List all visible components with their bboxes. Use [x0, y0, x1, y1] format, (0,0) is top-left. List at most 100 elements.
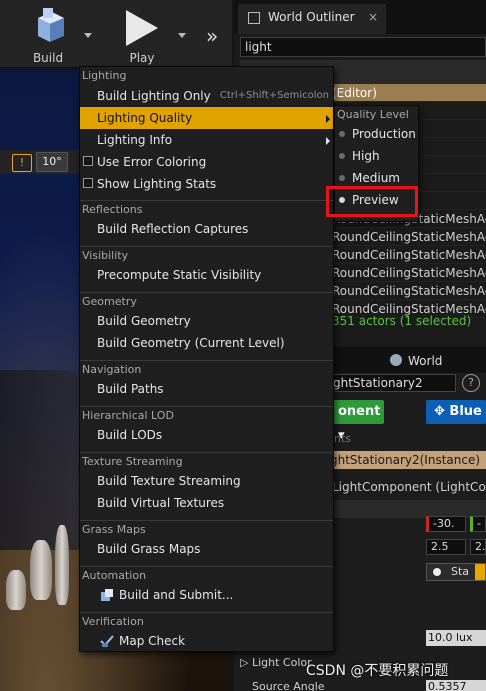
outliner-row[interactable]: RoundCeilingStaticMeshActo	[332, 246, 486, 264]
actor-count: 351 actors (1 selected)	[332, 314, 472, 328]
play-icon	[126, 10, 158, 46]
section-header-navigation: Navigation	[80, 360, 333, 378]
viewport-vase	[6, 570, 26, 610]
expand-arrow-icon[interactable]: ▷	[240, 656, 252, 669]
menu-item-label: Lighting Quality	[97, 111, 193, 125]
mobility-dot-icon	[433, 568, 441, 576]
add-component-button[interactable]: onent ▾	[332, 400, 384, 443]
outliner-tabbar: World Outliner ×	[234, 0, 486, 34]
menu-item-build-and-submit[interactable]: Build and Submit...	[80, 584, 333, 606]
main-toolbar: Build Play »	[0, 0, 232, 68]
intensity-field[interactable]: 10.0 lux	[426, 630, 486, 646]
actor-name-field[interactable]: ghtStationary2	[330, 374, 456, 392]
menu-item-build-texture-streaming[interactable]: Build Texture Streaming	[80, 470, 333, 492]
play-dropdown-arrow-icon[interactable]	[178, 33, 186, 38]
tab-world-outliner[interactable]: World Outliner ×	[238, 4, 386, 34]
menu-item-label: Build and Submit...	[119, 588, 234, 602]
build-cube-icon	[38, 8, 64, 42]
menu-item-label: Lighting Info	[97, 133, 173, 147]
submenu-arrow-icon	[326, 137, 330, 145]
radio-icon	[339, 153, 345, 159]
menu-item-build-reflection-captures[interactable]: Build Reflection Captures	[80, 218, 333, 240]
menu-item-label: Build Lighting Only	[97, 89, 211, 103]
menu-item-build-geometry[interactable]: Build Geometry	[80, 310, 333, 332]
menu-item-label: Use Error Coloring	[97, 155, 207, 169]
value-field[interactable]: -	[470, 516, 486, 532]
source-angle-field[interactable]: 0.5357	[426, 680, 486, 691]
quality-option-label: High	[352, 149, 380, 163]
shortcut-label: Ctrl+Shift+Semicolon	[219, 90, 329, 101]
menu-item-use-error-coloring[interactable]: Use Error Coloring	[80, 151, 333, 173]
value-field[interactable]: -30.	[426, 516, 466, 532]
section-header-grass-maps: Grass Maps	[80, 520, 333, 538]
close-icon[interactable]: ×	[368, 4, 378, 30]
section-header-verification: Verification	[80, 612, 333, 630]
quality-option-high[interactable]: High	[335, 145, 418, 167]
viewport-vase	[30, 540, 52, 600]
checkbox[interactable]	[83, 156, 93, 166]
light-color-text: Light Color	[251, 656, 312, 669]
mobility-label: Sta	[451, 565, 470, 578]
play-button[interactable]: Play	[116, 4, 168, 65]
angle-snap-field[interactable]: 10°	[36, 152, 68, 172]
checkbox[interactable]	[83, 178, 93, 188]
component-instance-row[interactable]: ghtStationary2(Instance)	[326, 451, 486, 469]
outliner-row-editor[interactable]: (Editor)	[332, 84, 486, 102]
warning-icon[interactable]: !	[12, 154, 32, 172]
menu-item-lighting-info[interactable]: Lighting Info	[80, 129, 333, 151]
menu-item-show-lighting-stats[interactable]: Show Lighting Stats	[80, 173, 333, 195]
mobility-toggle[interactable]: Sta	[426, 563, 486, 581]
outliner-row[interactable]: RoundCeilingStaticMeshActo	[332, 264, 486, 282]
menu-item-build-grass-maps[interactable]: Build Grass Maps	[80, 538, 333, 560]
map-check-icon	[100, 635, 114, 647]
quality-option-label: Medium	[352, 171, 400, 185]
value-field[interactable]: 2.5	[426, 539, 466, 555]
menu-item-build-lighting-only[interactable]: Build Lighting Only Ctrl+Shift+Semicolon	[80, 85, 333, 107]
blueprint-button[interactable]: ✥ Blue	[426, 400, 486, 424]
outliner-row[interactable]: RoundCeilingStaticMeshActo	[332, 228, 486, 246]
section-header-reflections: Reflections	[80, 200, 333, 218]
section-header-visibility: Visibility	[80, 246, 333, 264]
menu-item-map-check[interactable]: Map Check	[80, 630, 333, 652]
menu-item-precompute-static-visibility[interactable]: Precompute Static Visibility	[80, 264, 333, 286]
build-menu: Lighting Build Lighting Only Ctrl+Shift+…	[79, 66, 334, 652]
outliner-row[interactable]: RoundCeilingStaticMeshActo	[332, 282, 486, 300]
help-icon[interactable]: ?	[462, 374, 480, 392]
submenu-arrow-icon	[326, 115, 330, 123]
play-label: Play	[129, 51, 155, 65]
light-color-label: ▷ Light Color	[240, 656, 312, 669]
globe-icon	[390, 354, 402, 366]
build-and-submit-icon	[101, 589, 113, 601]
viewport-vase	[55, 525, 69, 605]
menu-item-lighting-quality[interactable]: Lighting Quality	[80, 107, 333, 129]
quality-option-production[interactable]: Production	[335, 123, 418, 145]
build-dropdown-arrow-icon[interactable]	[84, 33, 92, 38]
light-component-row[interactable]: LightComponent (LightComp	[326, 478, 486, 496]
menu-item-build-geometry-current-level[interactable]: Build Geometry (Current Level)	[80, 332, 333, 354]
outliner-icon	[248, 12, 260, 24]
annotation-highlight-box	[326, 186, 418, 217]
blueprint-label: Blue	[449, 404, 482, 419]
quality-option-label: Production	[352, 127, 416, 141]
section-header-automation: Automation	[80, 566, 333, 584]
menu-item-build-virtual-textures[interactable]: Build Virtual Textures	[80, 492, 333, 514]
viewport-toolbar: ! 10°	[0, 150, 80, 174]
viewport-sofa	[0, 370, 85, 550]
watermark: CSDN @不要积累问题	[306, 663, 449, 679]
menu-item-build-paths[interactable]: Build Paths	[80, 378, 333, 400]
mobility-selected-segment	[475, 564, 485, 580]
value-field[interactable]: 2.	[470, 539, 486, 555]
blueprint-icon: ✥	[434, 404, 450, 419]
build-button[interactable]: Build	[22, 4, 74, 65]
section-header-quality-level: Quality Level	[337, 108, 409, 121]
section-header-hierarchical-lod: Hierarchical LOD	[80, 406, 333, 424]
components-label: nts	[334, 432, 352, 445]
radio-icon	[339, 131, 345, 137]
section-header-geometry: Geometry	[80, 292, 333, 310]
menu-item-build-lods[interactable]: Build LODs	[80, 424, 333, 446]
outliner-search-input[interactable]: light	[240, 37, 486, 57]
tab-world-outliner-label: World Outliner	[268, 10, 355, 24]
menu-item-label: Show Lighting Stats	[97, 177, 217, 191]
tab-world-settings[interactable]: World Setting	[390, 349, 486, 392]
chevron-double-right-icon[interactable]: »	[206, 26, 218, 46]
